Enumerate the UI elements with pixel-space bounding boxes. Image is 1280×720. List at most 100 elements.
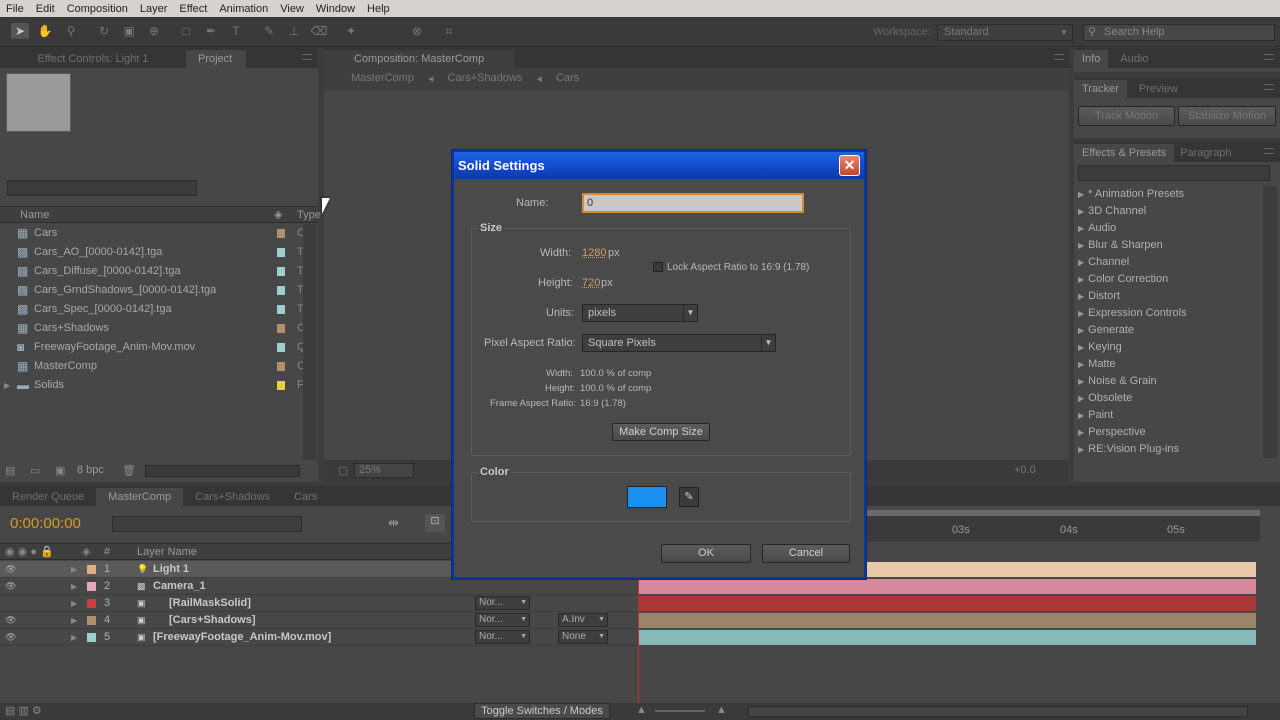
text-tool-icon[interactable]: T: [227, 23, 245, 39]
expand-arrow-icon[interactable]: ▶: [71, 561, 77, 578]
layer-duration-bar[interactable]: [638, 630, 1256, 645]
visibility-eye-icon[interactable]: 👁: [5, 629, 16, 646]
label-color-swatch[interactable]: [277, 248, 285, 257]
layer-label-color[interactable]: [87, 582, 96, 591]
effect-category[interactable]: ▶ Generate: [1078, 322, 1262, 339]
timecode-display[interactable]: 0:00:00:00: [10, 515, 81, 532]
layer-name[interactable]: Camera_1: [153, 578, 206, 595]
expand-arrow-icon[interactable]: ▶: [71, 595, 77, 612]
stabilize-motion-button[interactable]: Stabilize Motion: [1178, 106, 1276, 126]
search-help-input[interactable]: ⚲ Search Help: [1083, 24, 1275, 41]
effect-category[interactable]: ▶ * Animation Presets: [1078, 186, 1262, 203]
tab-audio[interactable]: Audio: [1108, 50, 1160, 68]
layer-name[interactable]: [FreewayFootage_Anim-Mov.mov]: [153, 629, 331, 646]
panel-menu-icon[interactable]: [1264, 84, 1274, 90]
project-item[interactable]: ▦ Cars+Shadows C: [0, 319, 305, 338]
camera-tool-icon[interactable]: ▣: [120, 23, 138, 39]
effect-category[interactable]: ▶ Audio: [1078, 220, 1262, 237]
label-color-swatch[interactable]: [277, 229, 285, 238]
breadcrumb-cars[interactable]: Cars: [556, 72, 579, 85]
effect-category[interactable]: ▶ Matte: [1078, 356, 1262, 373]
layer-label-color[interactable]: [87, 565, 96, 574]
tab-preview[interactable]: Preview: [1127, 80, 1190, 98]
height-value[interactable]: 720: [582, 277, 600, 289]
bit-depth-label[interactable]: 8 bpc: [77, 464, 104, 476]
clone-tool-icon[interactable]: ⊥: [285, 23, 303, 39]
tab-cars[interactable]: Cars: [282, 488, 329, 506]
pen-tool-icon[interactable]: ✒: [202, 23, 220, 39]
axis-mode-icon[interactable]: ⊗: [408, 23, 426, 39]
panel-menu-icon[interactable]: [1264, 54, 1274, 60]
lock-aspect-label[interactable]: Lock Aspect Ratio to 16:9 (1.78): [667, 262, 809, 273]
zoom-out-icon[interactable]: ▲: [636, 704, 647, 716]
blend-mode-select[interactable]: Nor... ▼: [475, 596, 530, 610]
track-matte-select[interactable]: None ▼: [558, 630, 608, 644]
brush-tool-icon[interactable]: ✎: [260, 23, 278, 39]
blend-mode-select[interactable]: Nor... ▼: [475, 613, 530, 627]
pixel-aspect-select[interactable]: Square Pixels ▼: [582, 334, 776, 352]
menu-composition[interactable]: Composition: [61, 3, 134, 15]
mask-tool-icon[interactable]: □: [177, 23, 195, 39]
layer-label-color[interactable]: [87, 599, 96, 608]
layer-name[interactable]: [Cars+Shadows]: [169, 612, 256, 629]
effect-category[interactable]: ▶ Paint: [1078, 407, 1262, 424]
eyedropper-icon[interactable]: ✎: [679, 487, 699, 507]
color-swatch[interactable]: [627, 486, 667, 508]
name-column-header[interactable]: Name: [20, 209, 49, 221]
menu-help[interactable]: Help: [361, 3, 396, 15]
effect-category[interactable]: ▶ RE:Vision Plug-ins: [1078, 441, 1262, 458]
timeline-hscrollbar[interactable]: [748, 706, 1248, 717]
effect-category[interactable]: ▶ Color Correction: [1078, 271, 1262, 288]
trash-icon[interactable]: 🗑: [122, 464, 136, 477]
timeline-search-input[interactable]: [112, 516, 302, 532]
tab-effects-presets[interactable]: Effects & Presets: [1074, 144, 1175, 162]
expand-arrow-icon[interactable]: ▶: [71, 612, 77, 629]
label-color-swatch[interactable]: [277, 286, 285, 295]
menu-view[interactable]: View: [274, 3, 310, 15]
track-motion-button[interactable]: Track Motion: [1078, 106, 1175, 126]
cancel-button[interactable]: Cancel: [762, 544, 850, 563]
tab-effect-controls[interactable]: Effect Controls: Light 1: [0, 50, 186, 68]
effect-category[interactable]: ▶ Distort: [1078, 288, 1262, 305]
layer-name[interactable]: Light 1: [153, 561, 189, 578]
project-item[interactable]: ◙ FreewayFootage_Anim-Mov.mov Q: [0, 338, 306, 357]
effect-category[interactable]: ▶ 3D Channel: [1078, 203, 1262, 220]
project-hscrollbar[interactable]: [145, 465, 300, 477]
toggle-switches-modes-button[interactable]: Toggle Switches / Modes: [474, 703, 610, 719]
project-item[interactable]: ▬ ▶ Solids F: [0, 376, 304, 395]
expand-arrow-icon[interactable]: ▶: [71, 629, 77, 646]
menu-effect[interactable]: Effect: [173, 3, 213, 15]
breadcrumb-mastercomp[interactable]: MasterComp: [351, 72, 414, 85]
menu-layer[interactable]: Layer: [134, 3, 174, 15]
visibility-eye-icon[interactable]: 👁: [5, 561, 16, 578]
pan-behind-tool-icon[interactable]: ⊕: [145, 23, 163, 39]
timeline-zoom-slider[interactable]: [655, 710, 705, 712]
new-comp-icon[interactable]: ▣: [55, 464, 65, 477]
name-input[interactable]: 0: [582, 193, 804, 213]
zoom-select[interactable]: 25%: [354, 463, 414, 478]
effect-category[interactable]: ▶ Noise & Grain: [1078, 373, 1262, 390]
exposure-value[interactable]: +0.0: [1014, 464, 1036, 476]
make-comp-size-button[interactable]: Make Comp Size: [612, 423, 710, 441]
tab-info[interactable]: Info: [1074, 50, 1109, 68]
expand-arrow-icon[interactable]: ▶: [4, 376, 10, 395]
menu-edit[interactable]: Edit: [30, 3, 61, 15]
selection-tool-icon[interactable]: ➤: [11, 23, 29, 39]
panel-menu-icon[interactable]: [1264, 148, 1274, 154]
label-color-swatch[interactable]: [277, 305, 285, 314]
visibility-eye-icon[interactable]: 👁: [5, 578, 16, 595]
label-color-swatch[interactable]: [277, 362, 285, 371]
label-color-swatch[interactable]: [277, 381, 285, 390]
puppet-tool-icon[interactable]: ✦: [342, 23, 360, 39]
layer-row[interactable]: ▶ 3 ▣ [RailMaskSolid] Nor... ▼: [0, 595, 640, 612]
layer-duration-bar[interactable]: [638, 579, 1256, 594]
project-item[interactable]: ▩ Cars_GrndShadows_[0000-0142].tga T: [0, 281, 304, 300]
visibility-eye-icon[interactable]: 👁: [5, 612, 16, 629]
track-matte-select[interactable]: A.Inv ▼: [558, 613, 608, 627]
footer-switch-icons[interactable]: ▤ ▥ ⚙: [5, 704, 42, 717]
width-value[interactable]: 1280: [582, 247, 606, 259]
layer-duration-bar[interactable]: [638, 613, 1256, 628]
project-scrollbar[interactable]: [303, 224, 317, 460]
effects-search-input[interactable]: [1078, 165, 1270, 181]
menu-window[interactable]: Window: [310, 3, 361, 15]
